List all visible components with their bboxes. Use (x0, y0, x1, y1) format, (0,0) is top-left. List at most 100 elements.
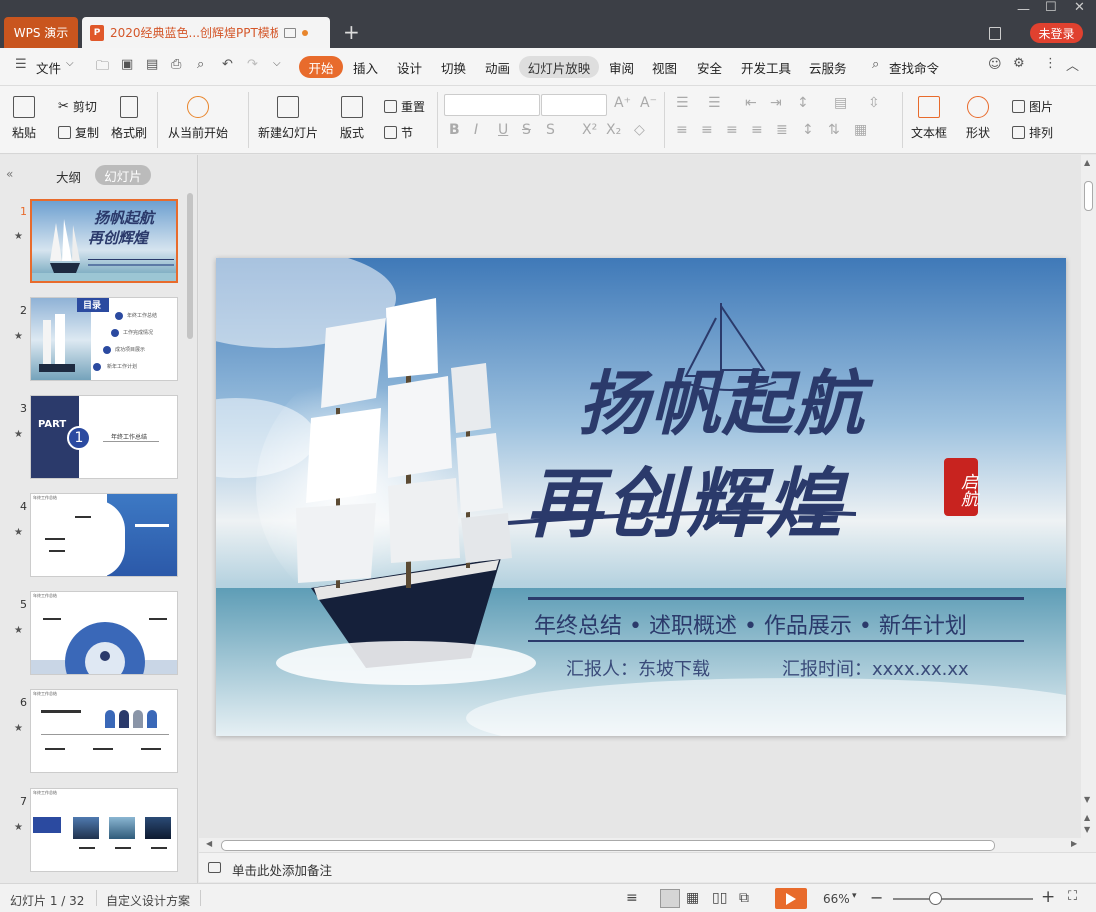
close-icon[interactable]: ✕ (1074, 0, 1085, 15)
horizontal-scrollbar[interactable]: ◀ ▶ (199, 838, 1096, 852)
collapse-panel-icon[interactable]: « (6, 167, 13, 181)
tablet-mode-icon[interactable] (989, 27, 1001, 40)
menu-file[interactable]: 文件 (36, 58, 61, 77)
search-command[interactable]: 查找命令 (889, 58, 939, 77)
print-icon[interactable]: ⎙ (171, 57, 181, 72)
indent-icon[interactable]: ⇥ (770, 95, 782, 111)
arrange-button[interactable]: 排列 (1012, 124, 1053, 141)
new-tab-button[interactable]: + (343, 20, 360, 44)
font-family-select[interactable] (444, 94, 540, 116)
menu-slideshow[interactable]: 幻灯片放映 (519, 56, 599, 78)
from-current-button[interactable]: 从当前开始 (168, 96, 228, 141)
horizontal-scroll-thumb[interactable] (221, 840, 995, 851)
notes-pane[interactable]: 单击此处添加备注 (199, 852, 1096, 882)
search-icon[interactable]: ⌕ (872, 57, 879, 72)
tab-outline[interactable]: 大纲 (56, 167, 81, 186)
reading-view-icon[interactable]: ▯▯ (712, 890, 727, 906)
maximize-icon[interactable]: ☐ (1045, 0, 1057, 15)
design-scheme[interactable]: 自定义设计方案 (106, 892, 190, 909)
more-icon[interactable]: ⋮ (1044, 56, 1057, 71)
slide-thumb-6[interactable]: 年终工作总结 (30, 689, 178, 773)
slide-thumb-5[interactable]: 年终工作总结 (30, 591, 178, 675)
slide-reporter[interactable]: 汇报人：东坡下载 (566, 655, 710, 681)
superscript-icon[interactable]: X² (582, 122, 597, 138)
clear-format-icon[interactable]: ◇ (634, 122, 645, 138)
slide-report-time[interactable]: 汇报时间：xxxx.xx.xx (782, 655, 969, 681)
section-button[interactable]: 节 (384, 124, 413, 141)
star-icon[interactable]: ★ (14, 723, 23, 734)
more-chevron-icon[interactable]: ⌵ (273, 58, 281, 69)
redo-icon[interactable]: ↷ (247, 57, 258, 72)
numbered-list-icon[interactable]: ☰ (708, 95, 721, 111)
play-slideshow-button[interactable] (775, 888, 807, 909)
layout-button[interactable]: 版式 (340, 96, 364, 141)
feedback-icon[interactable]: ☺ (988, 57, 1002, 72)
star-icon[interactable]: ★ (14, 822, 23, 833)
slide-canvas[interactable]: 扬帆起航 再创辉煌 启航 年终总结 • 述职概述 • 作品展示 • 新年计划 汇… (199, 155, 1081, 838)
menu-review[interactable]: 审阅 (609, 58, 634, 77)
slide-title-line2[interactable]: 再创辉煌 (526, 442, 846, 552)
scroll-right-icon[interactable]: ▶ (1071, 839, 1077, 848)
menu-view[interactable]: 视图 (652, 58, 677, 77)
font-shrink-icon[interactable]: A⁻ (640, 95, 657, 111)
distribute-icon[interactable]: ≣ (776, 122, 788, 138)
format-painter-button[interactable]: 格式刷 (111, 96, 147, 141)
underline-icon[interactable]: U (498, 122, 508, 138)
document-tab[interactable]: P 2020经典蓝色...创辉煌PPT模板 (82, 17, 330, 48)
monitor-icon[interactable] (284, 27, 296, 38)
cut-button[interactable]: ✂ 剪切 (58, 98, 97, 115)
menu-cloud[interactable]: 云服务 (809, 58, 847, 77)
slide-thumb-7[interactable]: 年终工作总结 (30, 788, 178, 872)
hamburger-icon[interactable]: ☰ (15, 57, 27, 72)
app-tab[interactable]: WPS 演示 (4, 17, 78, 48)
star-icon[interactable]: ★ (14, 331, 23, 342)
scroll-up-icon[interactable]: ▲ (1084, 158, 1090, 167)
outdent-icon[interactable]: ⇤ (745, 95, 757, 111)
shape-button[interactable]: 形状 (966, 96, 990, 141)
font-grow-icon[interactable]: A⁺ (614, 95, 631, 111)
para-spacing-icon[interactable]: ↕ (802, 122, 814, 138)
slide-sorter-icon[interactable]: ▦ (686, 890, 699, 906)
shadow-icon[interactable]: S (546, 122, 555, 138)
print-preview-icon[interactable]: ⌕ (197, 57, 204, 72)
scroll-left-icon[interactable]: ◀ (206, 839, 212, 848)
bold-icon[interactable]: B (449, 122, 460, 138)
current-slide[interactable]: 扬帆起航 再创辉煌 启航 年终总结 • 述职概述 • 作品展示 • 新年计划 汇… (216, 258, 1066, 736)
vertical-scroll-thumb[interactable] (1084, 181, 1093, 211)
slide-thumb-3[interactable]: PART 1 年终工作总结 (30, 395, 178, 479)
slide-thumb-4[interactable]: 年终工作总结 (30, 493, 178, 577)
star-icon[interactable]: ★ (14, 527, 23, 538)
vertical-scrollbar[interactable]: ▲ ▼ ▲ ▼ (1081, 155, 1096, 838)
zoom-in-icon[interactable]: + (1041, 887, 1055, 907)
bullet-list-icon[interactable]: ☰ (676, 95, 689, 111)
subscript-icon[interactable]: X₂ (606, 122, 621, 138)
align-left-icon[interactable]: ≡ (676, 122, 688, 138)
text-direction-icon[interactable]: ⇳ (868, 95, 880, 111)
columns-icon[interactable]: ▤ (834, 95, 847, 111)
line-spacing-icon[interactable]: ↕ (797, 95, 809, 111)
menu-developer[interactable]: 开发工具 (741, 58, 791, 77)
prev-slide-icon[interactable]: ▲ (1084, 813, 1090, 822)
chevron-down-icon[interactable]: ⌵ (66, 58, 74, 69)
smart-art-icon[interactable]: ▦ (854, 122, 867, 138)
menu-design[interactable]: 设计 (397, 58, 422, 77)
next-slide-icon[interactable]: ▼ (1084, 825, 1090, 834)
menu-insert[interactable]: 插入 (353, 58, 378, 77)
zoom-slider-track[interactable] (893, 898, 1033, 900)
notes-toggle-icon[interactable]: ≡ (626, 890, 638, 906)
collapse-ribbon-icon[interactable]: ︿ (1066, 55, 1079, 74)
minimize-icon[interactable]: — (1017, 2, 1030, 17)
reset-button[interactable]: 重置 (384, 98, 425, 115)
slide-thumb-1[interactable]: 扬帆起航 再创辉煌 (30, 199, 178, 283)
menu-security[interactable]: 安全 (697, 58, 722, 77)
zoom-dropdown-icon[interactable]: ▾ (852, 891, 857, 901)
vertical-align-icon[interactable]: ⇅ (828, 122, 840, 138)
star-icon[interactable]: ★ (14, 231, 23, 242)
scroll-down-icon[interactable]: ▼ (1084, 795, 1090, 804)
star-icon[interactable]: ★ (14, 429, 23, 440)
slide-subtitle[interactable]: 年终总结 • 述职概述 • 作品展示 • 新年计划 (534, 608, 967, 640)
undo-icon[interactable]: ↶ (222, 57, 233, 72)
login-button[interactable]: 未登录 (1030, 23, 1083, 43)
seal-stamp[interactable]: 启航 (944, 458, 978, 516)
new-slide-button[interactable]: 新建幻灯片 (258, 96, 318, 141)
